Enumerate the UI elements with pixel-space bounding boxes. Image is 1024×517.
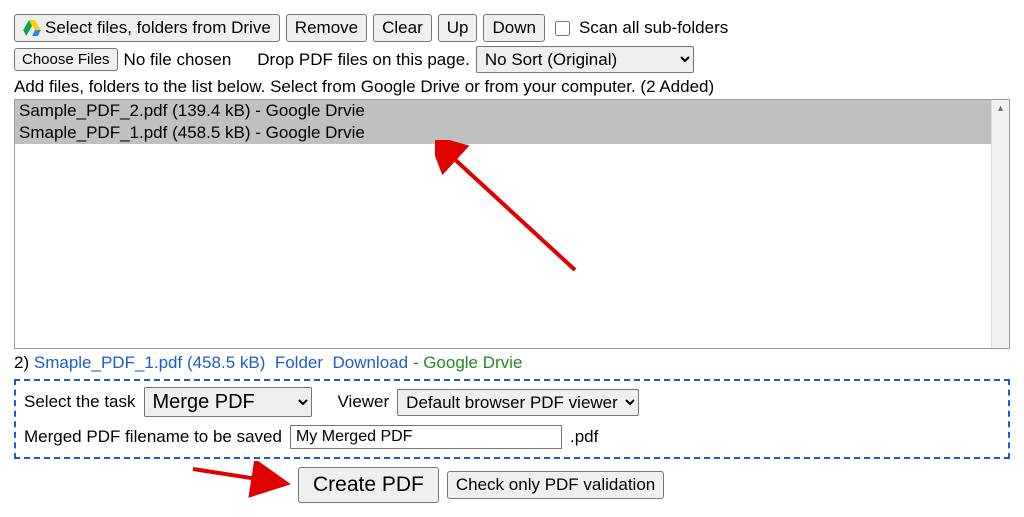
up-button[interactable]: Up [438, 14, 478, 42]
drop-hint-label: Drop PDF files on this page. [257, 50, 470, 70]
filename-ext: .pdf [570, 427, 598, 447]
viewer-label: Viewer [338, 392, 390, 412]
scan-subfolders-label: Scan all sub-folders [579, 18, 728, 38]
list-item[interactable]: Smaple_PDF_1.pdf (458.5 kB) - Google Drv… [15, 122, 1009, 144]
file-list[interactable]: Sample_PDF_2.pdf (139.4 kB) - Google Drv… [15, 100, 1009, 144]
scroll-down-icon[interactable] [992, 331, 1009, 348]
create-pdf-button[interactable]: Create PDF [298, 467, 439, 503]
down-button[interactable]: Down [483, 14, 544, 42]
status-filename-link[interactable]: Smaple_PDF_1.pdf (458.5 kB) [34, 353, 266, 372]
task-panel: Select the task Merge PDF Viewer Default… [14, 379, 1010, 459]
select-drive-button[interactable]: Select files, folders from Drive [14, 14, 280, 42]
clear-button[interactable]: Clear [373, 14, 432, 42]
scan-subfolders-checkbox[interactable] [555, 21, 570, 36]
validate-button[interactable]: Check only PDF validation [447, 471, 664, 499]
instructions-text: Add files, folders to the list below. Se… [14, 77, 1010, 97]
status-source: - Google Drvie [413, 353, 523, 372]
sort-select[interactable]: No Sort (Original) [476, 46, 694, 73]
annotation-arrow-icon [188, 461, 298, 501]
google-drive-icon [23, 20, 41, 36]
status-line: 2) Smaple_PDF_1.pdf (458.5 kB) Folder Do… [14, 353, 1010, 373]
status-download-link[interactable]: Download [332, 353, 408, 372]
annotation-arrow-icon [435, 140, 605, 290]
filename-label: Merged PDF filename to be saved [24, 427, 282, 447]
list-item[interactable]: Sample_PDF_2.pdf (139.4 kB) - Google Drv… [15, 100, 1009, 122]
filename-input[interactable] [290, 425, 562, 449]
choose-files-button[interactable]: Choose Files [14, 48, 118, 71]
viewer-select[interactable]: Default browser PDF viewer [397, 389, 639, 416]
task-select[interactable]: Merge PDF [144, 387, 312, 417]
no-file-label: No file chosen [124, 50, 232, 70]
status-folder-link[interactable]: Folder [275, 353, 323, 372]
remove-button[interactable]: Remove [286, 14, 367, 42]
drive-button-label: Select files, folders from Drive [45, 18, 271, 38]
task-label: Select the task [24, 392, 136, 412]
status-index: 2) [14, 353, 29, 372]
file-list-box: Sample_PDF_2.pdf (139.4 kB) - Google Drv… [14, 99, 1010, 349]
scrollbar[interactable]: ▴ [991, 100, 1009, 348]
